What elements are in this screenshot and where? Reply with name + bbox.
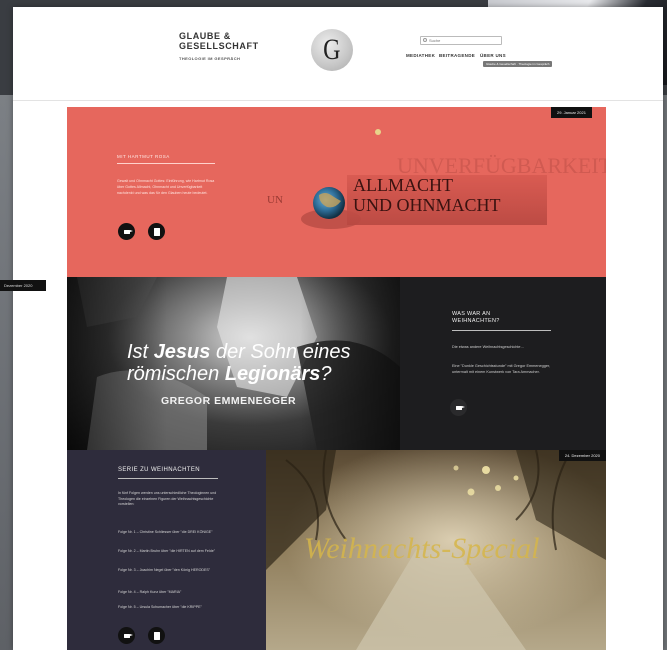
search-box[interactable] (420, 36, 502, 45)
panel1-art-headline-1: ALLMACHT (353, 175, 453, 195)
panel1-document-button[interactable] (148, 223, 165, 240)
panel2-headline: Ist Jesus der Sohn eines römischen Legio… (127, 341, 351, 385)
website-page: GLAUBE & GESELLSCHAFT THEOLOGIE IM GESPR… (13, 7, 663, 650)
feature-panel-serie[interactable]: SERIE ZU WEIHNACHTEN In fünf Folgen werd… (67, 450, 606, 650)
site-logo[interactable]: G (311, 29, 353, 71)
nav-mediathek[interactable]: MEDIATHEK (406, 53, 435, 58)
panel2-text1: Die etwas andere Weihnachtsgeschichte… (452, 345, 525, 349)
panel3-divider (118, 478, 218, 479)
panel2-headline-end: ? (320, 363, 332, 385)
panel2-headline-line2: römischen (127, 363, 220, 385)
document-icon (153, 631, 160, 640)
panel3-episode-5[interactable]: Folge Nr. 5 – Ursula Schumacher über "di… (118, 605, 228, 611)
search-icon (423, 38, 427, 42)
search-input[interactable] (429, 37, 499, 44)
video-icon (123, 229, 133, 234)
panel2-headline-mid: der Sohn eines (210, 341, 351, 363)
panel3-video-button[interactable] (118, 627, 135, 644)
document-icon (153, 227, 160, 236)
side-date-tag: Dezember 2020 (0, 280, 46, 291)
panel2-speaker: GREGOR EMMENEGGER (161, 395, 297, 407)
brand-name-line2[interactable]: GESELLSCHAFT (179, 41, 259, 51)
nav-beitragende[interactable]: BEITRAGENDE (439, 53, 475, 58)
video-icon (455, 405, 465, 410)
panel2-title-line2: WEIHNACHTEN? (452, 318, 500, 324)
panel1-date: 29. Januar 2021 (551, 107, 592, 118)
site-header: GLAUBE & GESELLSCHAFT THEOLOGIE IM GESPR… (13, 7, 663, 101)
panel3-episode-1[interactable]: Folge Nr. 1 – Christine Schliesser über … (118, 530, 228, 536)
panel2-title-line1: WAS WAR AN (452, 311, 491, 317)
panel2-video-button[interactable] (450, 399, 467, 416)
panel3-episode-3[interactable]: Folge Nr. 3 – Joachim Negel über "den Kö… (118, 568, 228, 574)
panel3-title: SERIE ZU WEIHNACHTEN (118, 467, 201, 473)
panel2-text2: Eine "Dunkle Geschichtsstunde" mit Grego… (452, 364, 551, 374)
brand-name-line1[interactable]: GLAUBE & (179, 31, 231, 41)
video-icon (123, 633, 133, 638)
panel3-episode-4[interactable]: Folge Nr. 4 – Ralph Kunz über "MARIA" (118, 590, 228, 596)
panel3-info: SERIE ZU WEIHNACHTEN In fünf Folgen werd… (67, 450, 266, 650)
panel1-description: Gewalt und Ohnmacht Gottes: Einführung, … (117, 179, 215, 195)
panel1-art-small: UN (267, 194, 283, 206)
panel1-art-headline-2: UND OHNMACHT (353, 195, 501, 215)
panel1-video-button[interactable] (118, 223, 135, 240)
panel2-divider (452, 330, 551, 331)
panel3-art-title: Weihnachts-Special (304, 532, 540, 565)
panel1-author: MIT HARTMUT ROSA (117, 154, 170, 159)
logo-letter: G (323, 33, 341, 66)
panel3-document-button[interactable] (148, 627, 165, 644)
panel3-date: 24. Dezember 2020 (558, 450, 606, 461)
panel2-headline-jesus: Jesus (153, 341, 211, 363)
brand-tagline: THEOLOGIE IM GESPRÄCH (179, 56, 241, 61)
nav-ueber-uns[interactable]: ÜBER UNS (480, 53, 506, 58)
nav-tooltip: Glaube & Gesellschaft · Theologie im Ges… (483, 61, 553, 67)
feature-panel-weihnachten[interactable]: Ist Jesus der Sohn eines römischen Legio… (67, 277, 606, 450)
panel3-episode-2[interactable]: Folge Nr. 2 – Martin Bruhn über "die HIR… (118, 549, 228, 555)
panel2-headline-legionaers: Legionärs (224, 363, 321, 385)
panel1-divider (117, 163, 215, 164)
panel2-headline-pre: Ist (127, 341, 149, 363)
panel1-artwork: UNVERFÜGBARKEIT ALLMACHT UND OHNMACHT UN (267, 129, 606, 229)
panel2-info: WAS WAR AN WEIHNACHTEN? Die etwas andere… (400, 277, 606, 450)
feature-panel-allmacht[interactable]: MIT HARTMUT ROSA Gewalt und Ohnmacht Got… (67, 107, 606, 277)
panel3-intro: In fünf Folgen werden uns unterschiedlic… (118, 491, 217, 506)
